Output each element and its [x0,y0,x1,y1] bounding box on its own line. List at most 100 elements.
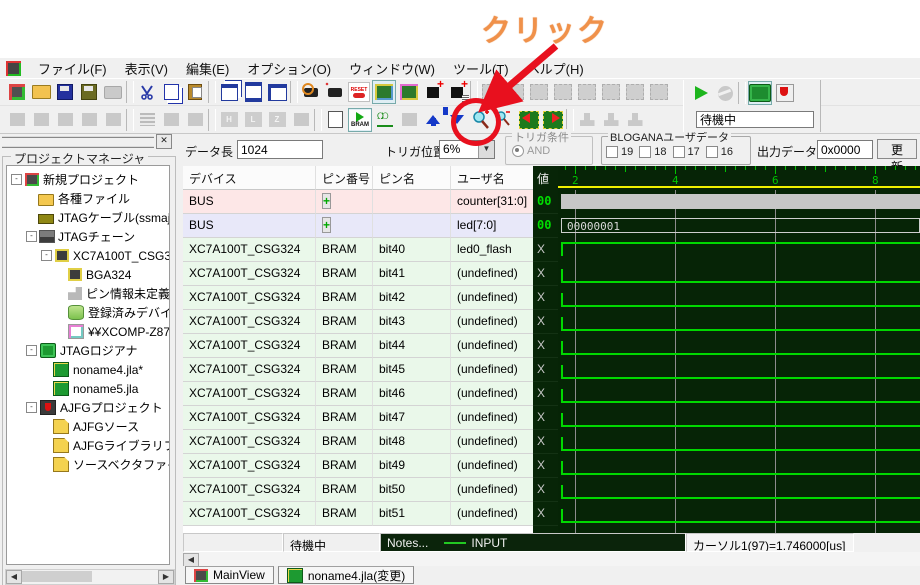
tree-item[interactable]: 登録済みデバイ [7,303,169,322]
tile-vertical-button[interactable] [266,81,288,103]
table-row[interactable]: XC7A100T_CSG324BRAMbit43(undefined) [183,310,533,334]
main-horizontal-scrollbar[interactable]: ◀ [183,552,920,566]
disconnect-button[interactable] [324,81,346,103]
tree-item[interactable]: noname5.jla [7,379,169,398]
expander-icon[interactable]: - [26,231,37,242]
run-button[interactable] [690,82,712,104]
save-button[interactable] [54,81,76,103]
logana-enable-button[interactable] [748,81,772,105]
table-row[interactable]: XC7A100T_CSG324BRAMbit40led0_flash [183,238,533,262]
checkbox-icon[interactable] [639,146,651,158]
table-row[interactable]: XC7A100T_CSG324BRAMbit41(undefined) [183,262,533,286]
menu-item[interactable]: ツール(T) [444,60,518,79]
expand-bus-icon[interactable]: + [322,217,331,233]
tile-horizontal-button[interactable] [242,81,264,103]
tree-horizontal-scrollbar[interactable]: ◀ ▶ [5,569,175,585]
menu-item[interactable]: 表示(V) [116,60,177,79]
table-row[interactable]: XC7A100T_CSG324BRAMbit50(undefined) [183,478,533,502]
table-row[interactable]: XC7A100T_CSG324BRAMbit48(undefined) [183,430,533,454]
table-row[interactable]: XC7A100T_CSG324BRAMbit46(undefined) [183,382,533,406]
blogana-checkbox-16[interactable]: 16 [706,146,733,158]
table-row[interactable]: XC7A100T_CSG324BRAMbit47(undefined) [183,406,533,430]
move-up-button[interactable] [422,109,444,131]
col-pin-number[interactable]: ピン番号 [316,166,373,190]
tree-item[interactable]: 各種ファイル [7,189,169,208]
panel-close-button[interactable]: ✕ [156,134,172,149]
col-device[interactable]: デバイス [183,166,316,190]
notes-label[interactable]: Notes... [387,536,428,550]
tree-item[interactable]: AJFGライブラリファイ [7,436,169,455]
cascade-windows-button[interactable] [218,81,240,103]
table-row[interactable]: XC7A100T_CSG324BRAMbit45(undefined) [183,358,533,382]
tree-item[interactable]: ¥¥XCOMP-Z87 [7,322,169,341]
tree-item[interactable]: -JTAGチェーン [7,227,169,246]
table-row[interactable]: XC7A100T_CSG324BRAMbit49(undefined) [183,454,533,478]
checkbox-icon[interactable] [706,146,718,158]
tree-item[interactable]: -XC7A100T_CSG324 [7,246,169,265]
goto-trigger-right-button[interactable] [542,109,564,131]
tree-item[interactable]: BGA324 [7,265,169,284]
table-row[interactable]: BUS+led[7:0] [183,214,533,238]
update-button[interactable]: 更新 [877,139,917,159]
col-pin-name[interactable]: ピン名 [373,166,451,190]
scroll-left-button[interactable]: ◀ [6,570,22,584]
expander-icon[interactable]: - [26,402,37,413]
waveform-mode-button[interactable] [374,109,396,131]
menu-item[interactable]: ヘルプ(H) [518,60,593,79]
blogana-checkbox-18[interactable]: 18 [639,146,666,158]
tree-item[interactable]: JTAGケーブル(ssmaj) [7,208,169,227]
paste-button[interactable] [184,81,206,103]
menu-item[interactable]: ウィンドウ(W) [340,60,444,79]
tree-item[interactable]: -AJFGプロジェクト [7,398,169,417]
new-waveform-button[interactable] [324,109,346,131]
cell-pin-number: BRAM [316,454,373,478]
waveform-viewer[interactable]: 2468 00000001 [558,166,920,533]
add-mark-button[interactable] [422,81,444,103]
tree-item[interactable]: noname4.jla* [7,360,169,379]
col-user-name[interactable]: ユーザ名 [451,166,533,190]
connect-button[interactable] [300,81,322,103]
tree-item[interactable]: -JTAGロジアナ [7,341,169,360]
menu-item[interactable]: ファイル(F) [29,60,116,79]
output-data-input[interactable] [817,140,873,159]
menu-item[interactable]: 編集(E) [177,60,238,79]
table-row[interactable]: XC7A100T_CSG324BRAMbit44(undefined) [183,334,533,358]
route-device-button[interactable] [398,81,420,103]
tab-noname4[interactable]: noname4.jla(変更) [278,566,414,584]
tree-item[interactable]: ピン情報未定義 [7,284,169,303]
checkbox-icon[interactable] [673,146,685,158]
menu-item[interactable]: オプション(O) [238,60,340,79]
table-row[interactable]: XC7A100T_CSG324BRAMbit42(undefined) [183,286,533,310]
data-length-input[interactable] [237,140,323,159]
tree-item[interactable]: ソースベクタファイル [7,455,169,474]
cell-pin-number: BRAM [316,502,373,526]
goto-trigger-left-button[interactable] [518,109,540,131]
tree-item[interactable]: -新規プロジェクト [7,170,169,189]
scroll-right-button[interactable]: ▶ [158,570,174,584]
expander-icon[interactable]: - [11,174,22,185]
tree-item[interactable]: AJFGソース [7,417,169,436]
table-row[interactable]: XC7A100T_CSG324BRAMbit51(undefined) [183,502,533,526]
open-file-button[interactable] [30,81,52,103]
reset-button[interactable]: RESET [348,81,370,103]
run-status-field[interactable] [696,111,814,128]
cut-button[interactable] [136,81,158,103]
scrollbar-thumb[interactable] [22,571,92,582]
new-document-icon [328,111,343,128]
table-row[interactable]: BUS+counter[31:0] [183,190,533,214]
scan-device-button[interactable] [372,80,396,104]
save-all-button[interactable] [78,81,100,103]
blogana-checkbox-19[interactable]: 19 [606,146,633,158]
bram-mode-button[interactable]: BRAM [348,108,372,132]
blogana-checkbox-17[interactable]: 17 [673,146,700,158]
scroll-left-button[interactable]: ◀ [183,553,199,567]
checkbox-icon[interactable] [606,146,618,158]
tab-mainview[interactable]: MainView [185,566,274,584]
project-icon-button[interactable] [6,81,28,103]
expand-bus-icon[interactable]: + [322,193,331,209]
copy-button[interactable] [160,81,182,103]
panel-grab-handle[interactable] [2,136,154,148]
ajfg-enable-button[interactable] [774,82,796,104]
expander-icon[interactable]: - [41,250,52,261]
expander-icon[interactable]: - [26,345,37,356]
